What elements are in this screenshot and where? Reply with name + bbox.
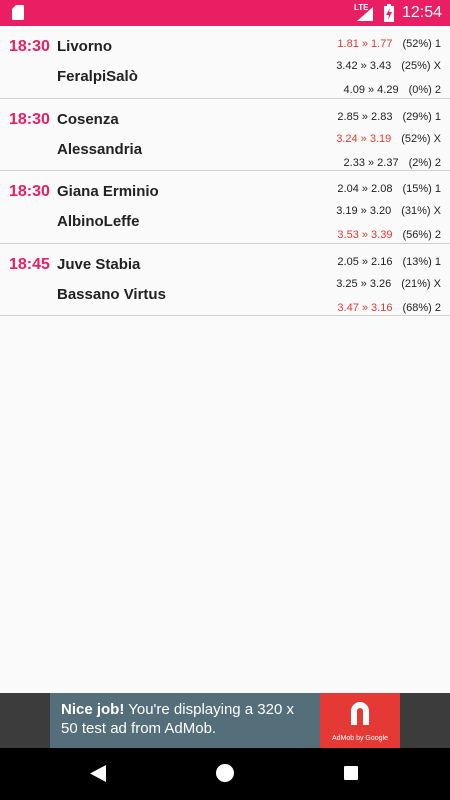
odds-away: 2.33 » 2.37 (2%) 2 — [344, 157, 441, 169]
odds-away: 4.09 » 4.29 (0%) 2 — [344, 84, 441, 96]
home-team: Juve Stabia — [57, 255, 141, 273]
odds-percentage: (31%) X — [401, 205, 441, 217]
odds-value: 3.53 » 3.39 — [337, 229, 393, 241]
home-team: Giana Erminio — [57, 183, 159, 200]
sd-card-icon — [12, 5, 24, 20]
match-row[interactable]: 18:45 Juve Stabia Bassano Virtus 2.05 » … — [0, 243, 450, 316]
home-team: Cosenza — [57, 110, 119, 128]
away-team: Bassano Virtus — [57, 285, 166, 303]
odds-draw: 3.19 » 3.20 (31%) X — [336, 205, 441, 217]
odds-value: 3.42 » 3.43 — [336, 60, 392, 72]
odds-value: 2.33 » 2.37 — [343, 156, 399, 169]
match-time: 18:30 — [9, 38, 50, 55]
odds-percentage: (25%) X — [401, 60, 441, 72]
odds-percentage: (29%) 1 — [402, 110, 441, 123]
odds-percentage: (56%) 2 — [402, 229, 441, 241]
match-time: 18:45 — [9, 255, 50, 273]
navigation-bar — [0, 748, 450, 800]
match-time: 18:30 — [9, 183, 50, 200]
odds-percentage: (0%) 2 — [408, 84, 441, 96]
odds-percentage: (68%) 2 — [402, 301, 441, 314]
odds-draw: 3.24 » 3.19 (52%) X — [336, 133, 441, 145]
odds-value: 2.05 » 2.16 — [337, 255, 393, 268]
odds-value: 3.25 » 3.26 — [336, 277, 392, 290]
match-row[interactable]: 18:30 Livorno FeralpiSalò 1.81 » 1.77 (52… — [0, 26, 450, 99]
odds-percentage: (52%) 1 — [402, 38, 441, 50]
odds-home: 2.04 » 2.08 (15%) 1 — [337, 183, 441, 195]
home-icon[interactable] — [216, 764, 234, 782]
home-team: Livorno — [57, 38, 112, 55]
ad-banner-area: Nice job! You're displaying a 320 x 50 t… — [0, 693, 450, 748]
odds-percentage: (21%) X — [401, 277, 441, 290]
ad-brand: AdMob by Google — [331, 735, 389, 742]
odds-home: 1.81 » 1.77 (52%) 1 — [337, 38, 441, 50]
ad-text: Nice job! You're displaying a 320 x 50 t… — [61, 700, 311, 738]
match-time: 18:30 — [9, 110, 50, 128]
odds-percentage: (52%) X — [401, 132, 441, 145]
odds-value: 1.81 » 1.77 — [337, 38, 393, 50]
signal-icon — [357, 7, 373, 21]
admob-logo-icon — [351, 702, 369, 725]
ad-logo[interactable]: AdMob by Google — [320, 693, 400, 748]
odds-draw: 3.25 » 3.26 (21%) X — [336, 278, 441, 290]
back-icon[interactable] — [90, 765, 106, 782]
match-row[interactable]: 18:30 Cosenza Alessandria 2.85 » 2.83 (29… — [0, 98, 450, 171]
odds-away: 3.47 » 3.16 (68%) 2 — [337, 302, 441, 314]
away-team: FeralpiSalò — [57, 68, 138, 85]
odds-home: 2.05 » 2.16 (13%) 1 — [337, 256, 441, 268]
odds-percentage: (2%) 2 — [408, 156, 441, 169]
odds-value: 4.09 » 4.29 — [343, 84, 399, 96]
away-team: AlbinoLeffe — [57, 213, 140, 230]
battery-charging-icon — [384, 4, 394, 22]
odds-percentage: (13%) 1 — [402, 255, 441, 268]
odds-percentage: (15%) 1 — [402, 183, 441, 195]
odds-value: 2.85 » 2.83 — [337, 110, 393, 123]
odds-value: 3.47 » 3.16 — [337, 301, 393, 314]
ad-headline: Nice job! — [61, 701, 125, 718]
odds-value: 3.19 » 3.20 — [336, 205, 392, 217]
match-row[interactable]: 18:30 Giana Erminio AlbinoLeffe 2.04 » 2… — [0, 171, 450, 244]
ad-banner[interactable]: Nice job! You're displaying a 320 x 50 t… — [50, 693, 400, 748]
odds-draw: 3.42 » 3.43 (25%) X — [336, 60, 441, 72]
status-clock: 12:54 — [402, 4, 443, 21]
status-bar: LTE 12:54 — [0, 0, 450, 26]
recents-icon[interactable] — [344, 766, 358, 780]
away-team: Alessandria — [57, 140, 143, 158]
odds-home: 2.85 » 2.83 (29%) 1 — [337, 111, 441, 123]
odds-away: 3.53 » 3.39 (56%) 2 — [337, 229, 441, 241]
odds-value: 3.24 » 3.19 — [336, 132, 392, 145]
match-list: 18:30 Livorno FeralpiSalò 1.81 » 1.77 (52… — [0, 26, 450, 316]
odds-value: 2.04 » 2.08 — [337, 183, 393, 195]
